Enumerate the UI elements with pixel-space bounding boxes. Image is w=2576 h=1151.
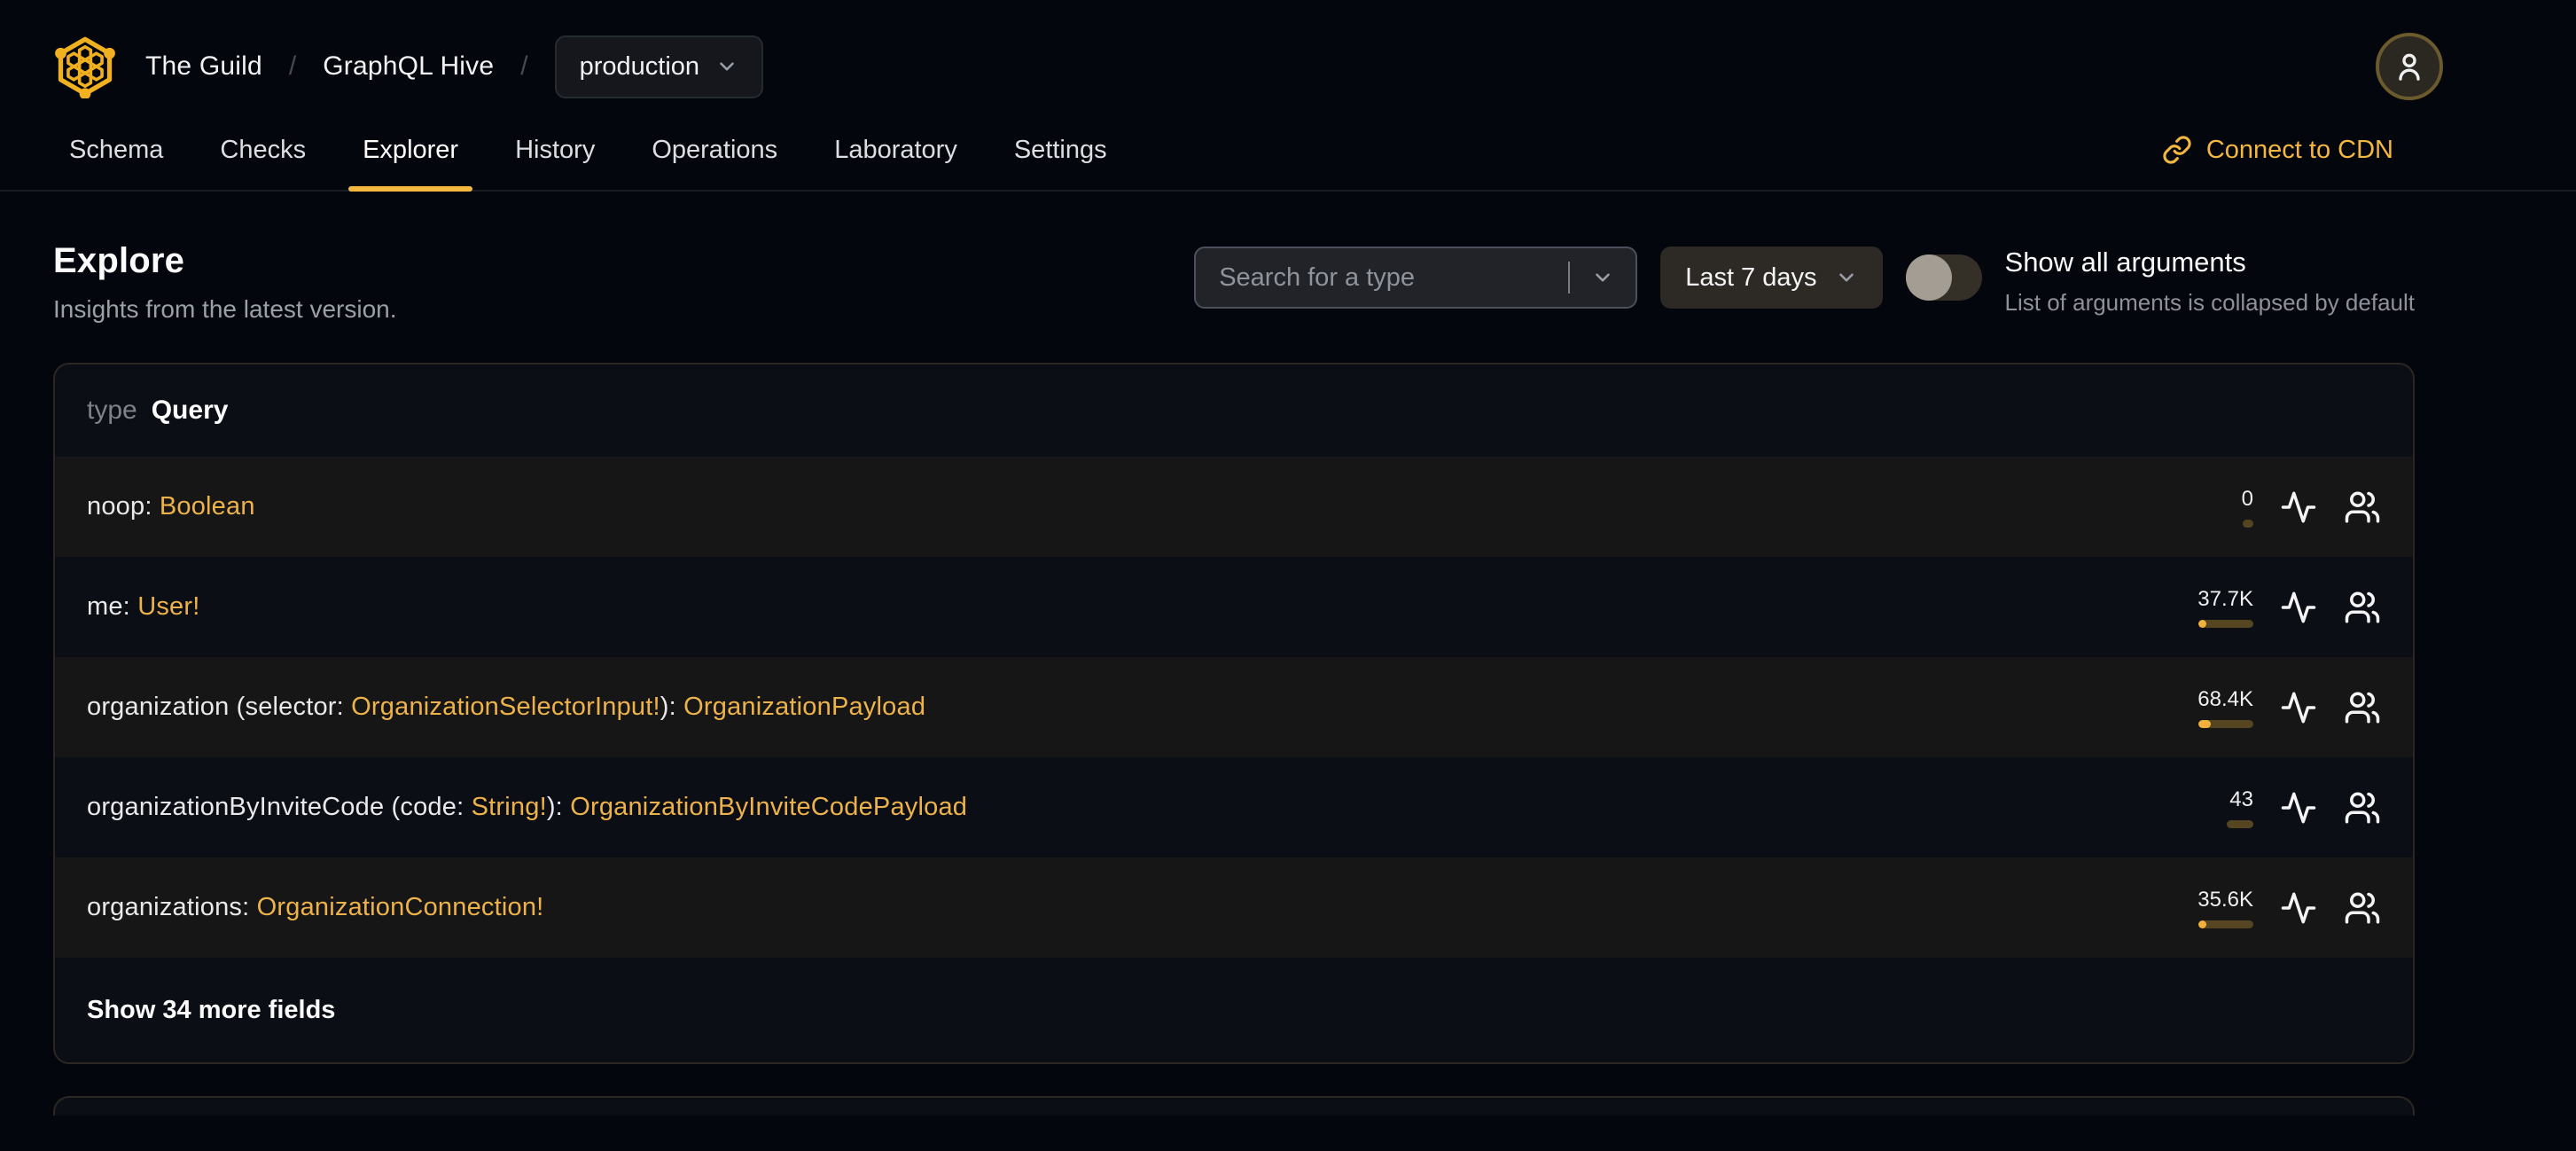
type-keyword: type — [87, 395, 137, 425]
tab-settings[interactable]: Settings — [1000, 110, 1121, 190]
field-type-link[interactable]: User! — [137, 592, 199, 621]
activity-icon[interactable] — [2280, 889, 2317, 927]
combobox-divider — [1568, 262, 1571, 294]
explorer-controls: Last 7 days Show all arguments List of a… — [1194, 241, 2415, 317]
type-search-combobox — [1194, 247, 1638, 309]
field-text: ): — [660, 693, 684, 721]
field-count: 43 — [2229, 787, 2253, 811]
user-icon — [2399, 53, 2420, 81]
usage-bar-fill — [2198, 619, 2206, 628]
tab-schema[interactable]: Schema — [55, 110, 177, 190]
breadcrumb-separator: / — [520, 51, 528, 81]
field-usage-metric: 0 — [2168, 487, 2253, 528]
tab-explorer[interactable]: Explorer — [348, 110, 473, 192]
field-type-link[interactable]: OrganizationSelectorInput! — [351, 693, 660, 721]
page-subtitle: Insights from the latest version. — [53, 295, 397, 323]
usage-bar-track — [2227, 819, 2253, 828]
field-type-link[interactable]: OrganizationPayload — [683, 693, 925, 721]
tab-bar: Schema Checks Explorer History Operations Lab… — [0, 110, 2576, 192]
field-usage-metric: 68.4K — [2168, 687, 2253, 728]
show-more-label: Show 34 more fields — [87, 995, 336, 1024]
usage-bar-track — [2198, 920, 2253, 928]
usage-bar-fill — [2198, 920, 2206, 928]
field-row: organizations: OrganizationConnection! 3… — [55, 857, 2413, 958]
hive-logo-icon[interactable] — [53, 35, 117, 98]
field-text: organizationByInviteCode (code: — [87, 793, 472, 821]
usage-bar-track — [2198, 719, 2253, 728]
field-row: me: User! 37.7K — [55, 557, 2413, 657]
field-text: organizations: — [87, 893, 257, 921]
breadcrumb: The Guild / GraphQL Hive / production — [145, 35, 764, 98]
users-icon[interactable] — [2344, 889, 2381, 927]
toggle-knob — [1905, 254, 1952, 301]
field-count: 37.7K — [2197, 586, 2253, 611]
field-signature: organization (selector: OrganizationSele… — [87, 693, 2168, 722]
breadcrumb-org[interactable]: The Guild — [145, 51, 262, 82]
toggle-hint: List of arguments is collapsed by defaul… — [2004, 289, 2415, 316]
user-avatar[interactable] — [2376, 33, 2443, 100]
tab-operations[interactable]: Operations — [637, 110, 792, 190]
breadcrumb-separator: / — [288, 51, 297, 81]
users-icon[interactable] — [2344, 789, 2381, 826]
next-type-card-partial — [53, 1096, 2415, 1116]
field-row: organization (selector: OrganizationSele… — [55, 657, 2413, 757]
field-row: noop: Boolean 0 — [55, 457, 2413, 557]
type-search-input[interactable] — [1194, 247, 1638, 309]
page-title: Explore — [53, 241, 185, 280]
users-icon[interactable] — [2344, 689, 2381, 726]
show-more-fields-button[interactable]: Show 34 more fields — [55, 958, 2413, 1062]
target-selector-value: production — [579, 51, 700, 81]
field-signature: organizationByInviteCode (code: String!)… — [87, 793, 2168, 822]
toggle-label: Show all arguments — [2004, 247, 2246, 278]
tab-checks[interactable]: Checks — [206, 110, 320, 190]
field-type-link[interactable]: OrganizationByInviteCodePayload — [570, 793, 967, 821]
connect-cdn-button[interactable]: Connect to CDN — [2162, 110, 2393, 190]
connect-cdn-label: Connect to CDN — [2205, 135, 2393, 164]
field-signature: me: User! — [87, 592, 2168, 622]
field-usage-metric: 35.6K — [2168, 888, 2253, 928]
users-icon[interactable] — [2344, 489, 2381, 526]
breadcrumb-project[interactable]: GraphQL Hive — [323, 51, 494, 82]
type-name[interactable]: Query — [152, 395, 229, 426]
field-count: 0 — [2241, 486, 2253, 511]
usage-bar-track — [2243, 519, 2253, 528]
field-count: 35.6K — [2197, 887, 2253, 912]
activity-icon[interactable] — [2280, 589, 2317, 626]
field-type-link[interactable]: String! — [472, 793, 547, 821]
chevron-down-icon[interactable] — [1591, 266, 1614, 289]
field-count: 68.4K — [2197, 686, 2253, 711]
field-signature: organizations: OrganizationConnection! — [87, 893, 2168, 922]
link-icon — [2163, 136, 2191, 164]
field-row: organizationByInviteCode (code: String!)… — [55, 757, 2413, 857]
show-all-arguments-toggle[interactable] — [1905, 254, 1982, 301]
activity-icon[interactable] — [2280, 689, 2317, 726]
field-type-link[interactable]: Boolean — [160, 492, 255, 521]
chevron-down-icon — [720, 62, 734, 71]
usage-bar-track — [2198, 619, 2253, 628]
activity-icon[interactable] — [2280, 489, 2317, 526]
activity-icon[interactable] — [2280, 789, 2317, 826]
tab-laboratory[interactable]: Laboratory — [820, 110, 972, 190]
field-usage-metric: 37.7K — [2168, 587, 2253, 628]
period-dropdown[interactable]: Last 7 days — [1660, 247, 1883, 309]
period-value: Last 7 days — [1685, 262, 1817, 292]
usage-bar-fill — [2198, 719, 2211, 728]
field-text: ): — [546, 793, 571, 821]
type-card-header: type Query — [55, 364, 2413, 457]
tab-history[interactable]: History — [501, 110, 609, 190]
field-text: noop: — [87, 492, 160, 521]
chevron-down-icon — [1838, 273, 1854, 282]
page-header: Explore Insights from the latest version… — [0, 192, 2576, 324]
field-type-link[interactable]: OrganizationConnection! — [257, 893, 544, 921]
target-selector[interactable]: production — [554, 35, 764, 98]
field-text: organization (selector: — [87, 693, 352, 721]
field-usage-metric: 43 — [2168, 787, 2253, 828]
users-icon[interactable] — [2344, 589, 2381, 626]
field-text: me: — [87, 592, 138, 621]
top-bar: The Guild / GraphQL Hive / production — [0, 0, 2576, 110]
type-card-query: type Query noop: Boolean 0 me: User! 37.… — [53, 363, 2415, 1064]
field-signature: noop: Boolean — [87, 492, 2168, 521]
